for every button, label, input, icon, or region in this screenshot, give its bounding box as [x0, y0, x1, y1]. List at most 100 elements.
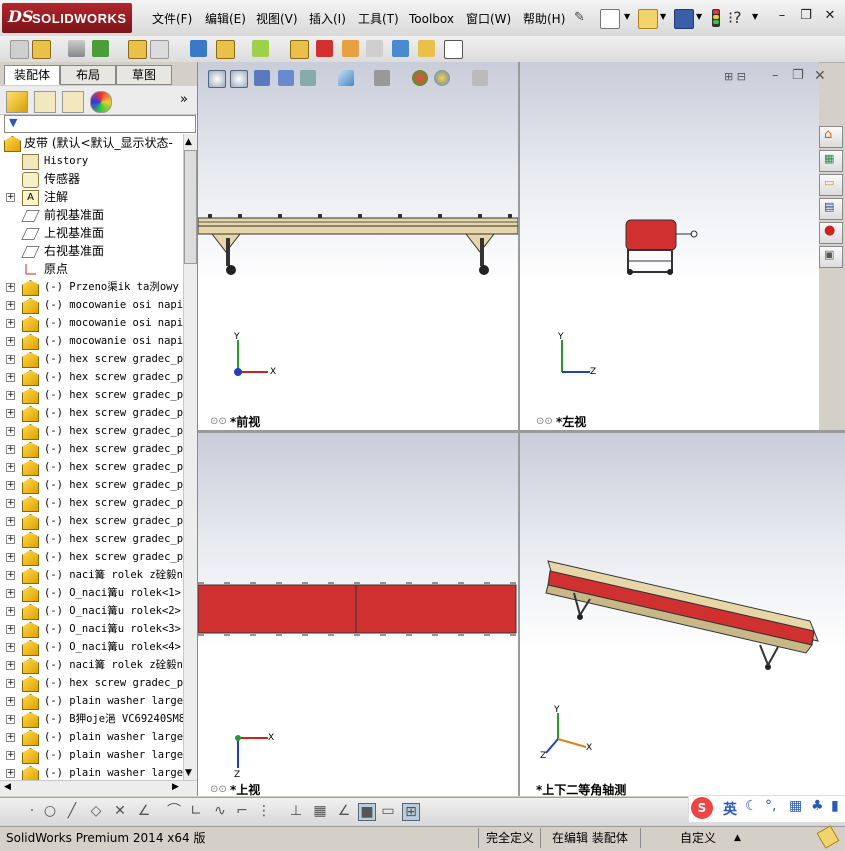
- skin-icon[interactable]: ▮: [831, 798, 839, 814]
- tree-item[interactable]: + (-) hex screw gradec_pe: [0, 368, 183, 386]
- tree-item[interactable]: + (-) hex screw gradec_pe: [0, 476, 183, 494]
- interference-detection-icon[interactable]: [392, 40, 409, 57]
- instant3d-icon[interactable]: [444, 40, 463, 59]
- traffic-light-icon[interactable]: [712, 9, 720, 27]
- scroll-left-icon[interactable]: ◀: [4, 782, 11, 792]
- menu-view[interactable]: 视图(V): [256, 10, 298, 28]
- menu-file[interactable]: 文件(F): [152, 10, 192, 28]
- view-orientation-icon[interactable]: [300, 70, 316, 86]
- dimension-icon[interactable]: ⋮: [256, 803, 272, 819]
- scroll-up-icon[interactable]: ▲: [185, 137, 192, 147]
- custom-properties-icon[interactable]: ▣: [819, 246, 843, 268]
- expand-toggle-icon[interactable]: +: [6, 751, 15, 760]
- appearances-scenes-icon[interactable]: ●: [819, 222, 843, 244]
- chamfer-icon[interactable]: ∟: [188, 803, 204, 819]
- menu-edit[interactable]: 编辑(E): [205, 10, 246, 28]
- tree-item[interactable]: + (-) O_naci篝u rolek<3>: [0, 620, 183, 638]
- apply-scene-icon[interactable]: [434, 70, 450, 86]
- tree-item[interactable]: 右视基准面: [0, 242, 183, 260]
- tree-item[interactable]: + (-) hex screw gradec_pe: [0, 548, 183, 566]
- expand-toggle-icon[interactable]: +: [6, 373, 15, 382]
- viewport-top[interactable]: X Z ⊙⊙ *上视: [198, 433, 518, 796]
- new-motion-study-icon[interactable]: [290, 40, 309, 59]
- expand-toggle-icon[interactable]: +: [6, 337, 15, 346]
- panel-horizontal-scrollbar[interactable]: [0, 780, 197, 796]
- scroll-right-icon[interactable]: ▶: [172, 782, 179, 792]
- expand-toggle-icon[interactable]: +: [6, 301, 15, 310]
- tree-item[interactable]: + (-) hex screw gradec_pe: [0, 386, 183, 404]
- tree-item[interactable]: 上视基准面: [0, 224, 183, 242]
- fillet-icon[interactable]: ⌒: [166, 803, 182, 819]
- select-icon[interactable]: [10, 40, 29, 59]
- chevron-down-icon[interactable]: ▼: [660, 12, 666, 21]
- expand-toggle-icon[interactable]: +: [6, 445, 15, 454]
- corner-icon[interactable]: ⌐: [234, 803, 250, 819]
- design-library-icon[interactable]: ▦: [819, 150, 843, 172]
- new-document-icon[interactable]: [600, 9, 620, 29]
- moon-icon[interactable]: ☾: [745, 798, 758, 814]
- view-palette-icon[interactable]: ▤: [819, 198, 843, 220]
- view-link-icon[interactable]: ⊙⊙: [210, 784, 227, 795]
- extend-icon[interactable]: ∠: [136, 803, 152, 819]
- expand-toggle-icon[interactable]: +: [6, 427, 15, 436]
- menu-window[interactable]: 窗口(W): [466, 10, 511, 28]
- expand-toggle-icon[interactable]: +: [6, 697, 15, 706]
- edit-appearance-icon[interactable]: [412, 70, 428, 86]
- expand-toggle-icon[interactable]: +: [6, 283, 15, 292]
- trim-icon[interactable]: ✕: [112, 803, 128, 819]
- chevron-down-icon[interactable]: ▼: [624, 12, 630, 21]
- feature-manager-icon[interactable]: [6, 91, 28, 113]
- viewport-minimize-icon[interactable]: –: [772, 68, 779, 83]
- expand-toggle-icon[interactable]: +: [6, 589, 15, 598]
- save-icon[interactable]: [674, 9, 694, 29]
- tree-item[interactable]: + (-) plain washer large: [0, 692, 183, 710]
- point-icon[interactable]: ·: [24, 803, 40, 819]
- tree-item[interactable]: + (-) mocowanie osi napin: [0, 314, 183, 332]
- file-explorer-icon[interactable]: ▭: [819, 174, 843, 196]
- smart-fasteners-icon[interactable]: [128, 40, 147, 59]
- tree-item[interactable]: + (-) hex screw gradec_pe: [0, 494, 183, 512]
- expand-toggle-icon[interactable]: +: [6, 463, 15, 472]
- expand-toggle-icon[interactable]: +: [6, 607, 15, 616]
- viewport-front[interactable]: Y X ⊙⊙ *前视: [198, 62, 518, 430]
- expand-toggle-icon[interactable]: +: [6, 481, 15, 490]
- move-component-icon[interactable]: [150, 40, 169, 59]
- minimize-icon[interactable]: –: [774, 8, 790, 24]
- tree-item[interactable]: 原点: [0, 260, 183, 278]
- expand-toggle-icon[interactable]: +: [6, 715, 15, 724]
- tree-item[interactable]: + (-) mocowanie osi napin: [0, 332, 183, 350]
- property-manager-icon[interactable]: [34, 91, 56, 113]
- display-style-icon[interactable]: [338, 70, 354, 86]
- expand-toggle-icon[interactable]: +: [6, 733, 15, 742]
- expand-toggle-icon[interactable]: +: [6, 193, 15, 202]
- keyboard-icon[interactable]: ▦: [789, 798, 802, 814]
- menu-toolbox[interactable]: Toolbox: [409, 10, 454, 28]
- tree-item[interactable]: + (-) mocowanie osi napin: [0, 296, 183, 314]
- viewport-layout-icon[interactable]: ⊞ ⊟: [724, 70, 746, 83]
- tree-item[interactable]: + (-) O_naci篝u rolek<2>: [0, 602, 183, 620]
- ime-toolbar[interactable]: S 英 ☾ °, ▦ ♣ ▮: [688, 795, 845, 823]
- expand-toggle-icon[interactable]: +: [6, 625, 15, 634]
- hide-show-items-icon[interactable]: [374, 70, 390, 86]
- tree-item[interactable]: + (-) hex screw gradec_pe: [0, 350, 183, 368]
- tree-item[interactable]: + (-) Przeno渠ik ta洌owy: [0, 278, 183, 296]
- viewport-left[interactable]: Y Z ⊙⊙ *左视: [520, 62, 819, 430]
- clearance-verification-icon[interactable]: [418, 40, 435, 57]
- four-view-icon[interactable]: ⊞: [402, 803, 420, 821]
- tree-item[interactable]: 传感器: [0, 170, 183, 188]
- viewport-isometric[interactable]: Y X Z *上下二等角轴测: [520, 433, 845, 796]
- expand-panel-icon[interactable]: »: [180, 92, 188, 107]
- offset-icon[interactable]: ∿: [212, 803, 228, 819]
- ime-lang[interactable]: 英: [723, 799, 737, 819]
- mate-icon[interactable]: [68, 40, 85, 57]
- line-icon[interactable]: ╱: [64, 803, 80, 819]
- chevron-down-icon[interactable]: ▼: [752, 12, 758, 21]
- tree-item[interactable]: + (-) O_naci篝u rolek<1>: [0, 584, 183, 602]
- solidworks-logo[interactable]: DS SOLIDWORKS: [2, 3, 132, 33]
- expand-toggle-icon[interactable]: +: [6, 553, 15, 562]
- polygon-icon[interactable]: ◇: [88, 803, 104, 819]
- configuration-manager-icon[interactable]: [62, 91, 84, 113]
- expand-toggle-icon[interactable]: +: [6, 535, 15, 544]
- pin-icon[interactable]: ✎: [574, 10, 588, 26]
- tree-item[interactable]: + (-) plain washer large: [0, 746, 183, 764]
